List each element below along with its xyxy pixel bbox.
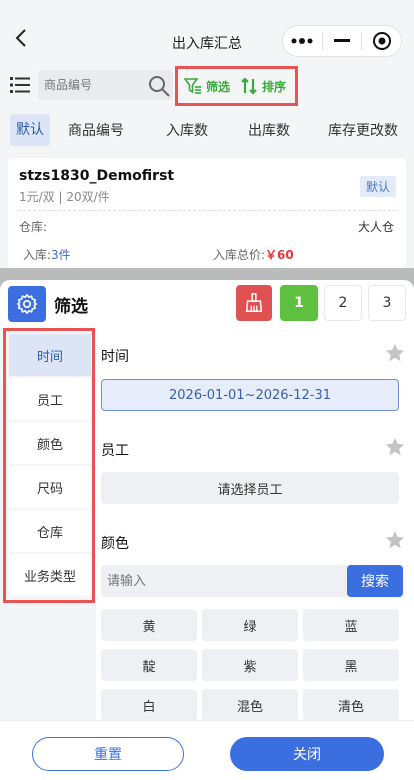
filter-label: 筛选 — [206, 79, 231, 94]
color-chip[interactable]: 绿 — [202, 609, 298, 641]
filter-category-nav: 时间 员工 颜色 尺码 仓库 业务类型 — [0, 328, 96, 780]
color-chip[interactable]: 黑 — [303, 649, 399, 681]
warehouse-label: 仓库: — [19, 220, 48, 234]
nav-item-employee[interactable]: 员工 — [9, 378, 91, 420]
gear-icon — [17, 294, 37, 314]
minimize-icon[interactable] — [323, 26, 362, 56]
brush-icon — [245, 293, 263, 312]
nav-item-size[interactable]: 尺码 — [9, 466, 91, 508]
color-chip[interactable]: 紫 — [202, 649, 298, 681]
nav-highlight: 时间 员工 颜色 尺码 仓库 业务类型 — [3, 328, 95, 603]
sort-button[interactable]: 排序 — [240, 77, 286, 95]
product-name: stzs1830_Demofirst — [19, 168, 175, 184]
color-chip[interactable]: 白 — [101, 689, 197, 721]
star-icon[interactable] — [384, 342, 406, 364]
tab-product-code[interactable]: 商品编号 — [62, 120, 130, 140]
star-icon[interactable] — [384, 529, 406, 551]
product-spec: 1元/双 | 20双/件 — [19, 190, 110, 204]
card-divider — [18, 210, 396, 211]
search-icon[interactable] — [147, 74, 171, 98]
filter-sort-highlight: 筛选 排序 — [175, 66, 298, 106]
filter-icon — [184, 78, 201, 94]
sort-label: 排序 — [262, 79, 287, 94]
tab-stock-change[interactable]: 库存更改数 — [322, 120, 404, 140]
nav-item-time[interactable]: 时间 — [9, 334, 91, 376]
tab-in-count[interactable]: 入库数 — [160, 120, 214, 140]
color-search-button[interactable]: 搜索 — [347, 565, 403, 597]
sort-icon — [241, 77, 257, 95]
star-icon[interactable] — [384, 436, 406, 458]
filter-panel-header: 筛选 1 2 3 — [0, 280, 414, 328]
clear-button[interactable] — [236, 285, 272, 321]
close-button[interactable]: 关闭 — [230, 737, 384, 771]
search-input[interactable] — [38, 70, 143, 100]
nav-item-business-type[interactable]: 业务类型 — [9, 554, 91, 596]
color-chip[interactable]: 蓝 — [303, 609, 399, 641]
sort-tabs: 默认 商品编号 入库数 出库数 库存更改数 — [0, 110, 414, 150]
in-stock-value: 3件 — [51, 248, 71, 262]
reset-button[interactable]: 重置 — [32, 737, 184, 771]
page-button-3[interactable]: 3 — [368, 285, 406, 321]
mini-program-capsule — [282, 25, 402, 57]
tab-default[interactable]: 默认 — [10, 114, 50, 146]
color-chip[interactable]: 靛 — [101, 649, 197, 681]
date-range-button[interactable]: 2026-01-01~2026-12-31 — [101, 379, 399, 411]
select-employee-button[interactable]: 请选择员工 — [101, 472, 399, 504]
settings-button[interactable] — [8, 286, 46, 322]
bottom-action-bar: 重置 关闭 — [0, 720, 414, 780]
target-icon[interactable] — [362, 26, 401, 56]
more-icon[interactable] — [283, 26, 322, 56]
tab-out-count[interactable]: 出库数 — [242, 120, 296, 140]
filter-content: 时间 2026-01-01~2026-12-31 员工 请选择员工 颜色 搜索 … — [101, 328, 406, 728]
list-icon[interactable] — [10, 76, 30, 94]
search-box — [38, 70, 173, 100]
in-stock-label: 入库: — [23, 248, 52, 262]
in-total-value: ￥60 — [265, 248, 294, 262]
section-title-employee: 员工 — [101, 443, 129, 459]
page-button-2[interactable]: 2 — [324, 285, 362, 321]
search-row: 筛选 排序 — [0, 62, 414, 108]
filter-panel-title: 筛选 — [54, 297, 88, 317]
warehouse-value: 大人仓 — [357, 220, 394, 234]
section-title-color: 颜色 — [101, 536, 129, 552]
filter-panel: 筛选 1 2 3 时间 员工 颜色 尺码 仓库 业务类型 时间 2026-01-… — [0, 280, 414, 780]
color-chip[interactable]: 黄 — [101, 609, 197, 641]
nav-item-warehouse[interactable]: 仓库 — [9, 510, 91, 552]
nav-item-color[interactable]: 颜色 — [9, 422, 91, 464]
color-search-input[interactable] — [101, 565, 351, 597]
color-chip[interactable]: 混色 — [202, 689, 298, 721]
color-chip[interactable]: 清色 — [303, 689, 399, 721]
section-title-time: 时间 — [101, 349, 129, 365]
in-total-label: 入库总价: — [213, 248, 266, 262]
product-card[interactable]: stzs1830_Demofirst 1元/双 | 20双/件 默认 仓库: 大… — [8, 158, 406, 268]
filter-button[interactable]: 筛选 — [184, 77, 230, 95]
top-bar: 出入库汇总 — [0, 0, 414, 62]
status-badge: 默认 — [359, 176, 396, 197]
in-total-row: 入库总价:￥60 — [213, 246, 294, 263]
in-stock-row: 入库:3件 — [23, 246, 71, 263]
page-button-1[interactable]: 1 — [280, 285, 318, 321]
